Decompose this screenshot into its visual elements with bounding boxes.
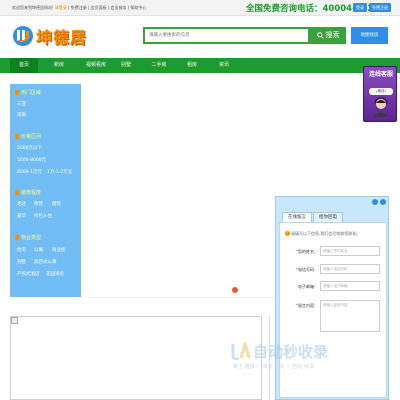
- sidebar-link[interactable]: 三亚: [17, 101, 26, 107]
- sidebar-link[interactable]: 产权式酒店: [17, 271, 40, 277]
- decoration-section-title: 装修程度: [15, 189, 41, 196]
- nav-item-rent[interactable]: 租房: [180, 58, 204, 73]
- sidebar-link[interactable]: 公寓: [34, 247, 43, 253]
- sidebar-link[interactable]: 商业街: [52, 247, 66, 253]
- form-hint-text: 请填写以下信息,我们会尽快和您联系。: [291, 231, 361, 236]
- name-field[interactable]: 请输入您的姓名: [320, 246, 380, 256]
- search-button-label: 搜索: [325, 31, 340, 39]
- site-logo[interactable]: 坤德居: [12, 23, 92, 49]
- watermark: 自动秒收录 做上 链接 一 来访 一次 一 自动 收录: [231, 341, 391, 381]
- sidebar-link[interactable]: 拎包入住: [34, 213, 52, 219]
- login-button[interactable]: 登录: [353, 3, 367, 12]
- sidebar-link[interactable]: 毛坯: [17, 201, 26, 207]
- welcome-links[interactable]: | 免费注册 | 会员面板 | 会员服务 | 帮助中心: [67, 5, 146, 10]
- section-marker-icon: [15, 235, 19, 240]
- content-label: *留言内容：: [296, 303, 318, 308]
- sidebar-link[interactable]: 精装: [52, 201, 61, 207]
- area-section-title: 热门区域: [15, 89, 41, 96]
- phone-field[interactable]: 请输入电话号码: [320, 264, 380, 274]
- welcome-prefix: 欢迎您来到坤德居网站!: [12, 5, 55, 10]
- register-button[interactable]: 免费注册: [369, 3, 391, 12]
- alert-icon: !: [285, 231, 290, 236]
- decoration-title-label: 装修程度: [21, 190, 42, 196]
- section-marker-icon: [15, 190, 19, 195]
- section-marker-icon: [15, 134, 19, 139]
- sidebar-link[interactable]: 豪华: [17, 213, 26, 219]
- cs-head-icon: [374, 97, 388, 117]
- name-label-text: 您的姓名：: [298, 249, 318, 254]
- search-box: [143, 27, 310, 44]
- sidebar-link[interactable]: 酒店式公寓: [34, 259, 57, 265]
- email-field[interactable]: 请输入电子邮箱: [320, 281, 380, 291]
- panel-controls: [370, 199, 386, 207]
- tab-leave-message[interactable]: 在线留言: [282, 212, 312, 222]
- image-placeholder-icon: [11, 317, 18, 324]
- nav-item-villa[interactable]: 别墅: [114, 58, 138, 73]
- sidebar-link[interactable]: 8000-1万元: [17, 169, 42, 175]
- minimize-icon[interactable]: [372, 199, 378, 205]
- search-button[interactable]: 搜索: [310, 27, 346, 44]
- watermark-subtitle: 做上 链接 一 来访 一次 一 自动 收录: [233, 364, 315, 370]
- logo-text: 坤德居: [36, 28, 88, 47]
- sidebar-link[interactable]: 花园洋房: [46, 271, 64, 277]
- nav-item-video[interactable]: 视频看房: [78, 58, 114, 73]
- image-banner[interactable]: [10, 316, 262, 400]
- sidebar-link[interactable]: 别墅: [17, 259, 26, 265]
- orange-dot: [232, 287, 238, 293]
- cs-title: 连线客服: [368, 71, 393, 78]
- watermark-logo-icon: [231, 342, 251, 360]
- sidebar-link[interactable]: 住宅: [17, 247, 26, 253]
- price-title-label: 价格区间: [21, 134, 42, 140]
- nav-item-new-house[interactable]: 新房: [47, 58, 71, 73]
- email-label: 电子邮箱：: [298, 284, 318, 289]
- type-section-title: 物业类型: [15, 234, 41, 241]
- cs-status: (离线): [369, 88, 393, 95]
- phone-label: *电话号码：: [296, 267, 318, 272]
- name-label: *您的姓名：: [296, 249, 318, 254]
- search-input[interactable]: [145, 29, 287, 42]
- sidebar-link[interactable]: 5000元以下: [17, 145, 42, 151]
- type-title-label: 物业类型: [21, 235, 42, 241]
- main-nav: 首页 新房 视频看房 别墅 二手房 租房 资讯: [0, 58, 400, 73]
- close-icon[interactable]: [380, 199, 386, 205]
- phone-label-text: 电话号码：: [298, 267, 318, 272]
- area-title-label: 热门区域: [21, 90, 42, 96]
- filter-sidebar: 热门区域 三亚 海南 价格区间 5000元以下 5000-8000元 8000-…: [10, 84, 81, 297]
- sidebar-link[interactable]: 海南: [17, 112, 26, 118]
- section-marker-icon: [15, 90, 19, 95]
- search-icon: [316, 31, 324, 39]
- sidebar-link[interactable]: 5000-8000元: [17, 157, 46, 163]
- login-link[interactable]: 请登录: [55, 5, 67, 10]
- nav-item-second-hand[interactable]: 二手房: [145, 58, 173, 73]
- sidebar-link[interactable]: 1万-1.2万元: [47, 169, 72, 175]
- welcome-text: 欢迎您来到坤德居网站! 请登录 | 免费注册 | 会员面板 | 会员服务 | 帮…: [12, 5, 146, 11]
- logo-mark-icon: [13, 26, 33, 46]
- online-service-widget[interactable]: 连线客服 (离线): [363, 66, 397, 122]
- content-textarea[interactable]: 请输入留言内容: [320, 300, 380, 332]
- sidebar-link[interactable]: 简装: [34, 201, 43, 207]
- nav-item-news[interactable]: 资讯: [212, 58, 236, 73]
- top-bar: 欢迎您来到坤德居网站! 请登录 | 免费注册 | 会员面板 | 会员服务 | 帮…: [0, 0, 400, 16]
- tab-callback[interactable]: 给你回电: [313, 212, 343, 222]
- form-hint: ! 请填写以下信息,我们会尽快和您联系。: [285, 231, 360, 237]
- watermark-title: 自动秒收录: [253, 343, 329, 361]
- map-search-button[interactable]: 地图找房: [351, 27, 388, 44]
- nav-item-home[interactable]: 首页: [10, 58, 38, 73]
- price-section-title: 价格区间: [15, 133, 41, 140]
- content-label-text: 留言内容：: [298, 303, 318, 308]
